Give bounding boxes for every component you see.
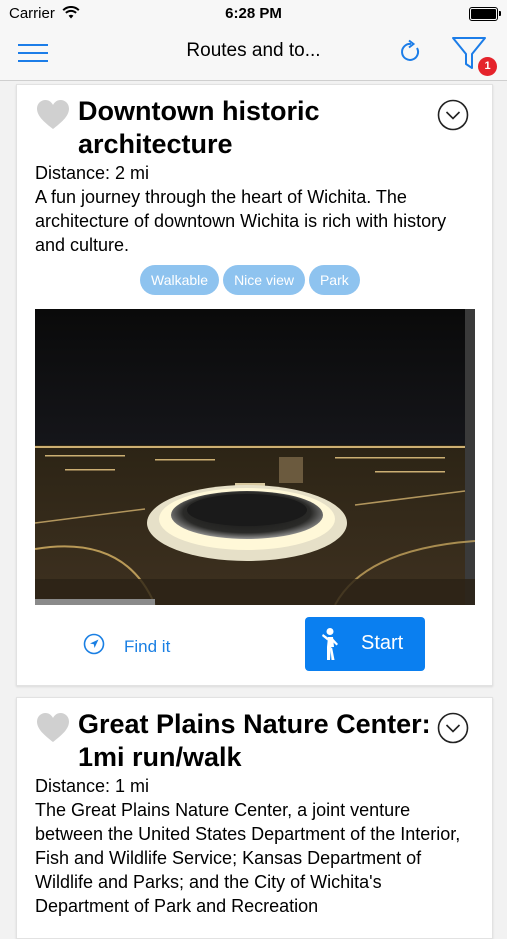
route-distance: Distance: 1 mi: [35, 776, 150, 796]
battery-icon: [469, 7, 501, 21]
refresh-icon[interactable]: [397, 38, 425, 66]
route-title[interactable]: Downtown historic architecture: [78, 95, 433, 161]
route-title[interactable]: Great Plains Nature Center: 1mi run/walk: [78, 708, 433, 774]
walking-person-icon: [318, 627, 346, 666]
find-it-button[interactable]: Find it: [83, 633, 170, 660]
clock: 6:28 PM: [225, 5, 282, 22]
navigation-bar: Routes and to...: [0, 28, 507, 81]
tag-walkable[interactable]: Walkable: [140, 265, 220, 295]
chevron-down-icon[interactable]: [437, 712, 469, 744]
filter-count-badge: 1: [478, 57, 497, 76]
route-card: Downtown historic architecture Distance:…: [16, 84, 493, 686]
route-description: A fun journey through the heart of Wichi…: [35, 187, 447, 255]
navigation-arrow-icon: [83, 633, 105, 660]
route-card: Great Plains Nature Center: 1mi run/walk…: [16, 697, 493, 939]
tag-list: Walkable Nice view Park: [140, 265, 360, 295]
tag-park[interactable]: Park: [308, 265, 360, 295]
route-distance: Distance: 2 mi: [35, 163, 150, 183]
route-photo: [35, 309, 475, 605]
start-button[interactable]: Start: [305, 617, 425, 671]
heart-icon[interactable]: [36, 99, 70, 131]
start-label: Start: [361, 632, 404, 654]
find-it-label: Find it: [124, 636, 171, 656]
chevron-down-icon[interactable]: [437, 99, 469, 131]
tag-nice-view[interactable]: Nice view: [223, 265, 305, 295]
status-bar: Carrier 6:28 PM: [0, 0, 507, 28]
page-title: Routes and to...: [186, 40, 321, 61]
route-description: The Great Plains Nature Center, a joint …: [35, 800, 461, 916]
heart-icon[interactable]: [36, 712, 70, 744]
